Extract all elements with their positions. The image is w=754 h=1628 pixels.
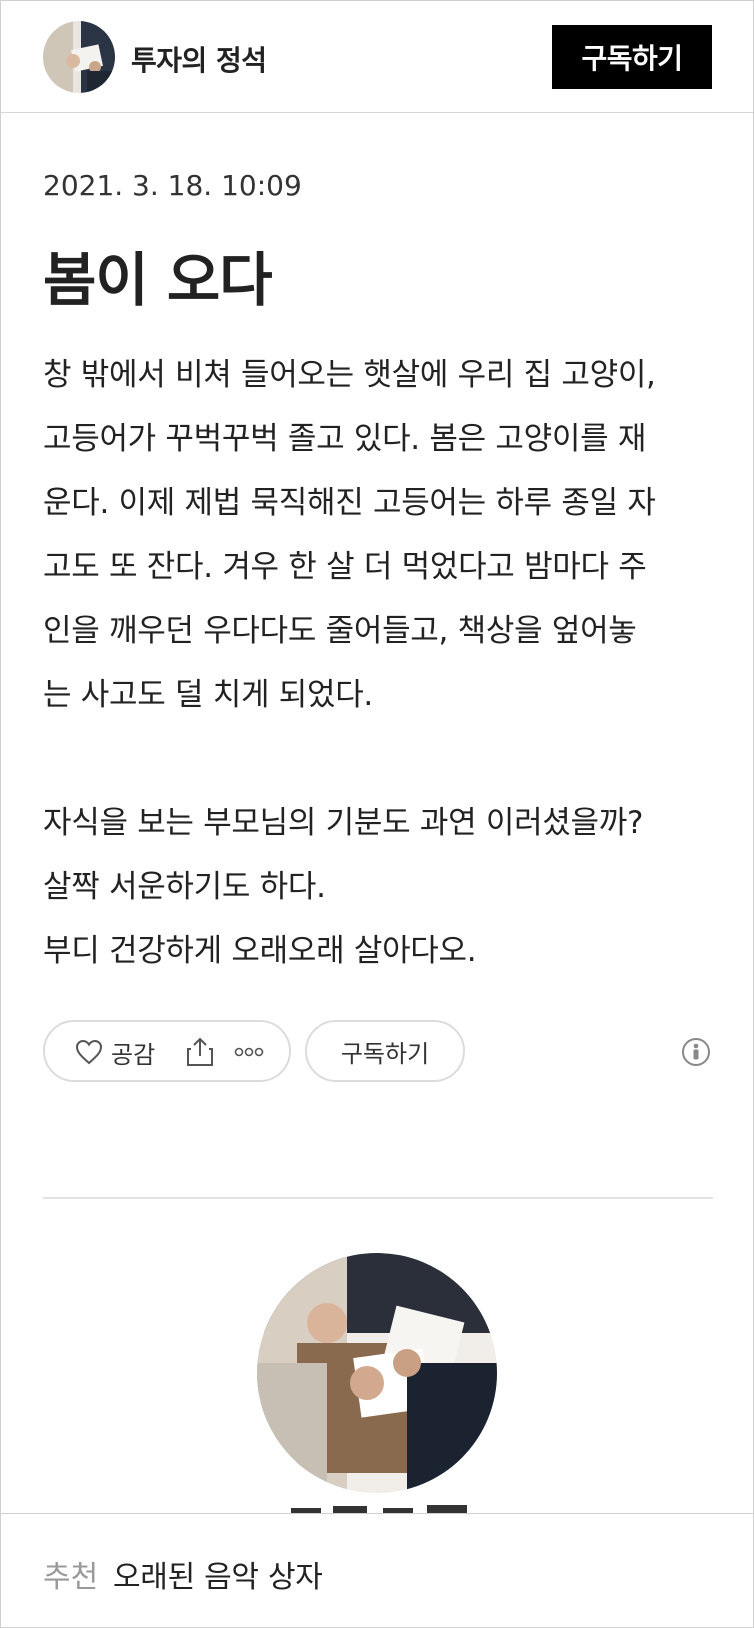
post-body: 창 밖에서 비쳐 들어오는 햇살에 우리 집 고양이, 고등어가 꾸벅꾸벅 졸고… xyxy=(43,343,723,983)
post-date: 2021. 3. 18. 10:09 xyxy=(43,169,302,202)
subscribe-button[interactable]: 구독하기 xyxy=(552,25,712,89)
body-line: 는 사고도 덜 치게 되었다. xyxy=(43,677,373,713)
subscribe-pill-button[interactable]: 구독하기 xyxy=(305,1020,465,1082)
body-line: 운다. 이제 제법 묵직해진 고등어는 하루 종일 자 xyxy=(43,485,656,521)
blog-name[interactable]: 투자의 정석 xyxy=(131,39,267,79)
page-frame: 투자의 정석 구독하기 2021. 3. 18. 10:09 봄이 오다 창 밖… xyxy=(0,0,754,1628)
body-line: 살짝 서운하기도 하다. xyxy=(43,869,326,905)
body-line: 인을 깨우던 우다다도 줄어들고, 책상을 엎어놓 xyxy=(43,613,637,649)
post-title: 봄이 오다 xyxy=(43,246,273,314)
profile-avatar[interactable] xyxy=(257,1253,497,1493)
body-line: 자식을 보는 부모님의 기분도 과연 이러셨을까? xyxy=(43,805,644,841)
more-dots-icon[interactable] xyxy=(233,1040,265,1064)
blog-avatar[interactable] xyxy=(43,21,115,93)
recommendation-bar[interactable]: 추천 오래된 음악 상자 xyxy=(1,1513,753,1627)
recommendation-label: 추천 xyxy=(43,1560,99,1595)
reaction-group: 공감 xyxy=(43,1020,291,1082)
section-divider xyxy=(43,1197,713,1199)
body-line: 창 밖에서 비쳐 들어오는 햇살에 우리 집 고양이, xyxy=(43,357,656,393)
info-icon[interactable] xyxy=(681,1037,711,1067)
profile-name-partial xyxy=(287,1499,477,1513)
like-button[interactable]: 공감 xyxy=(75,1036,156,1069)
blog-header: 투자의 정석 구독하기 xyxy=(1,1,753,113)
recommendation-title[interactable]: 오래된 음악 상자 xyxy=(113,1552,323,1596)
like-label: 공감 xyxy=(111,1040,156,1069)
body-line: 고도 또 잔다. 겨우 한 살 더 먹었다고 밤마다 주 xyxy=(43,549,647,585)
heart-outline-icon xyxy=(75,1039,103,1065)
share-icon[interactable] xyxy=(185,1036,215,1068)
body-line: 부디 건강하게 오래오래 살아다오. xyxy=(43,933,477,969)
body-line: 고등어가 꾸벅꾸벅 졸고 있다. 봄은 고양이를 재 xyxy=(43,421,647,457)
